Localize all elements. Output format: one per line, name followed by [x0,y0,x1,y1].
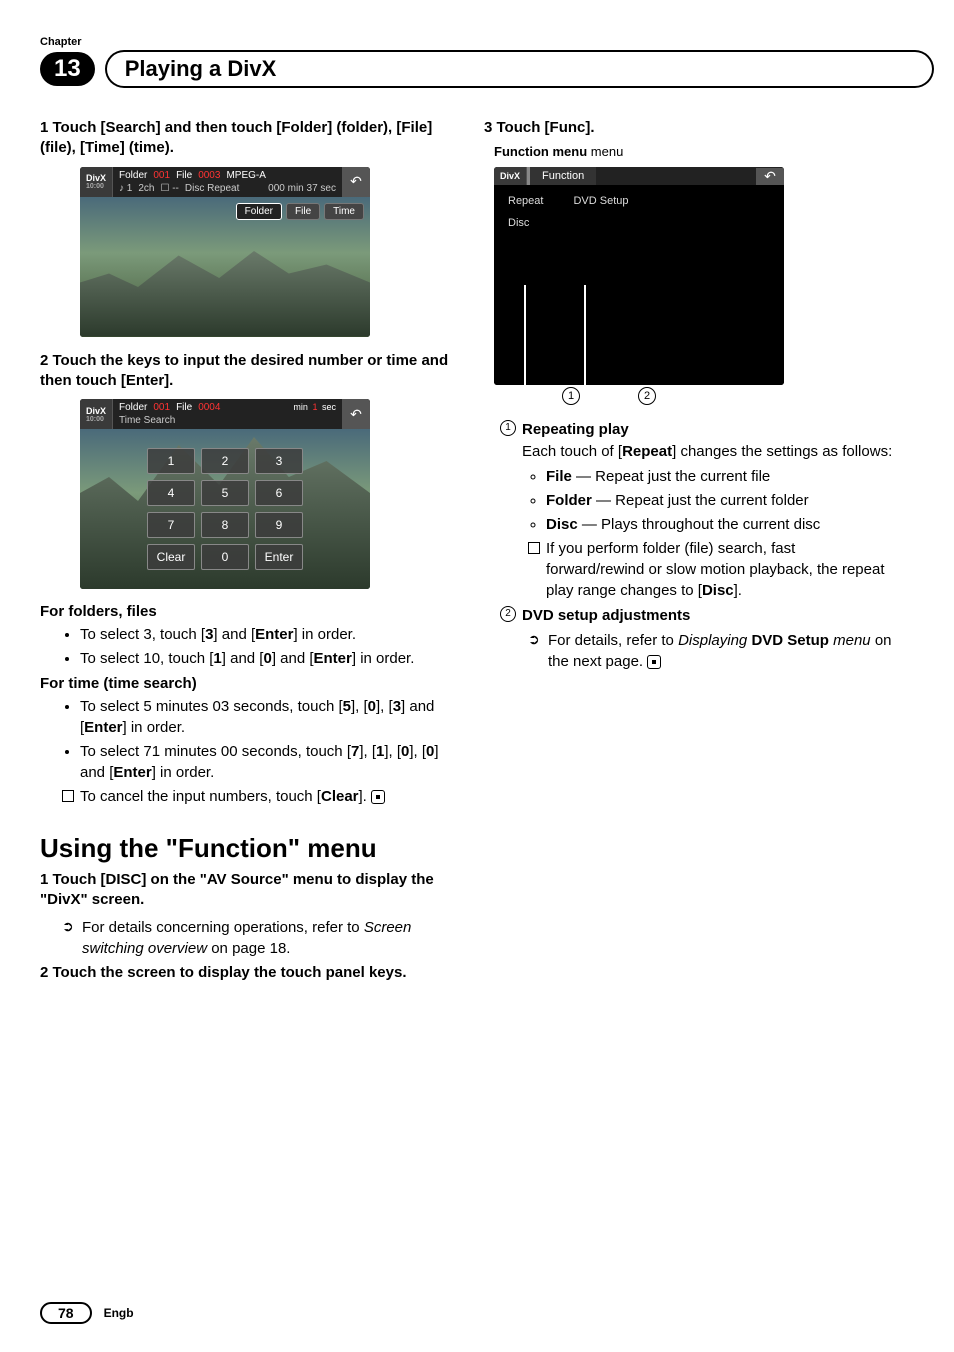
key-1[interactable]: 1 [147,448,195,474]
language-code: Engb [104,1306,134,1320]
repeat-option-disc: Disc — Plays throughout the current disc [546,514,894,535]
label-file: File [176,169,192,182]
key-8[interactable]: 8 [201,512,249,538]
label-file: File [176,401,192,414]
func-step-3: 3 Touch [Func]. [484,118,894,138]
repeat-note: If you perform folder (file) search, fas… [528,538,894,601]
video-thumbnail [80,247,370,337]
time-indicator: 000 min 37 sec [268,182,336,195]
callout-number-2: 2 [638,387,656,405]
chapter-number-badge: 13 [40,52,95,86]
caption-function-menu: Function menu menu [494,144,894,159]
divx-logo: DivX 10:00 [80,167,113,197]
key-2[interactable]: 2 [201,448,249,474]
screenshot-numpad: DivX 10:00 Folder 001 File 0004 min [80,399,380,589]
subhead-time-search: For time (time search) [40,675,450,692]
key-9[interactable]: 9 [255,512,303,538]
end-section-icon [371,790,385,804]
screenshot-function: DivX Function ↶ Repeat Disc DVD Setup [494,167,794,405]
chapter-title: Playing a DivX [105,50,894,88]
chapter-label: Chapter [40,36,894,48]
crossref-dvd-setup: For details, refer to Displaying DVD Set… [528,630,894,672]
marker-2: 2 [500,606,516,622]
mode-label: Time Search [119,414,175,427]
file-button[interactable]: File [286,203,320,220]
step-1: 1 Touch [Search] and then touch [Folder]… [40,118,450,159]
repeat-option-folder: Folder — Repeat just the current folder [546,490,894,511]
sec-value: 1 [312,402,317,412]
sec-label: sec [322,402,336,412]
func-item-repeat-value: Disc [508,217,543,229]
marker-1: 1 [500,420,516,436]
function-title: Function [527,167,596,185]
logo-text: DivX [500,171,520,181]
folder-button[interactable]: Folder [236,203,282,220]
logo-time: 10:00 [86,183,106,190]
time-button[interactable]: Time [324,203,364,220]
func-step-2: 2 Touch the screen to display the touch … [40,963,450,983]
left-column: 1 Touch [Search] and then touch [Folder]… [40,118,450,989]
key-4[interactable]: 4 [147,480,195,506]
key-0[interactable]: 0 [201,544,249,570]
value-file: 0004 [198,401,220,414]
right-column: 3 Touch [Func]. Function menu menu DivX … [484,118,894,989]
label-folder: Folder [119,401,147,414]
key-3[interactable]: 3 [255,448,303,474]
key-6[interactable]: 6 [255,480,303,506]
divx-logo: DivX 10:00 [80,399,113,429]
crossref-screen-switching: For details concerning operations, refer… [62,917,450,959]
note-cancel-input: To cancel the input numbers, touch [Clea… [62,786,450,807]
func-step-1: 1 Touch [DISC] on the "AV Source" menu t… [40,870,450,911]
track-indicator: ♪ 1 [119,182,132,195]
back-icon[interactable]: ↶ [756,168,784,185]
bullet-time-503: To select 5 minutes 03 seconds, touch [5… [80,696,450,738]
section-heading-function-menu: Using the "Function" menu [40,833,450,864]
subhead-folders-files: For folders, files [40,603,450,620]
codec-label: MPEG-A [226,169,265,182]
logo-text: DivX [86,173,106,183]
value-folder: 001 [153,401,170,414]
bullet-time-7100: To select 71 minutes 00 seconds, touch [… [80,741,450,783]
bullet-select-10: To select 10, touch [1] and [0] and [Ent… [80,648,450,669]
key-clear[interactable]: Clear [147,544,195,570]
back-icon[interactable]: ↶ [342,167,370,197]
step-2: 2 Touch the keys to input the desired nu… [40,351,450,392]
repeat-indicator: Disc Repeat [185,182,239,195]
func-item-repeat[interactable]: Repeat [508,195,543,207]
definition-repeating-play: 1 Repeating play Each touch of [Repeat] … [500,419,894,601]
key-enter[interactable]: Enter [255,544,303,570]
min-label: min [293,402,308,412]
func-item-dvd-setup[interactable]: DVD Setup [573,195,628,229]
value-folder: 001 [153,169,170,182]
sub-indicator: ☐ -- [160,182,178,195]
repeat-option-file: File — Repeat just the current file [546,466,894,487]
value-file: 0003 [198,169,220,182]
page-footer: 78 Engb [40,1302,134,1324]
logo-time: 10:00 [86,416,106,423]
label-folder: Folder [119,169,147,182]
logo-text: DivX [86,406,106,416]
key-7[interactable]: 7 [147,512,195,538]
callout-line-2 [584,285,586,385]
callout-line-1 [524,285,526,385]
key-5[interactable]: 5 [201,480,249,506]
definition-dvd-setup: 2 DVD setup adjustments For details, ref… [500,605,894,672]
callout-number-1: 1 [562,387,580,405]
channel-indicator: 2ch [138,182,154,195]
back-icon[interactable]: ↶ [342,399,370,429]
page-number: 78 [40,1302,92,1324]
end-section-icon [647,655,661,669]
bullet-select-3: To select 3, touch [3] and [Enter] in or… [80,624,450,645]
screenshot-search: DivX 10:00 Folder 001 File 0003 MPEG-A [80,167,380,337]
chapter-header: 13 Playing a DivX [40,50,894,88]
divx-logo: DivX [494,167,527,185]
